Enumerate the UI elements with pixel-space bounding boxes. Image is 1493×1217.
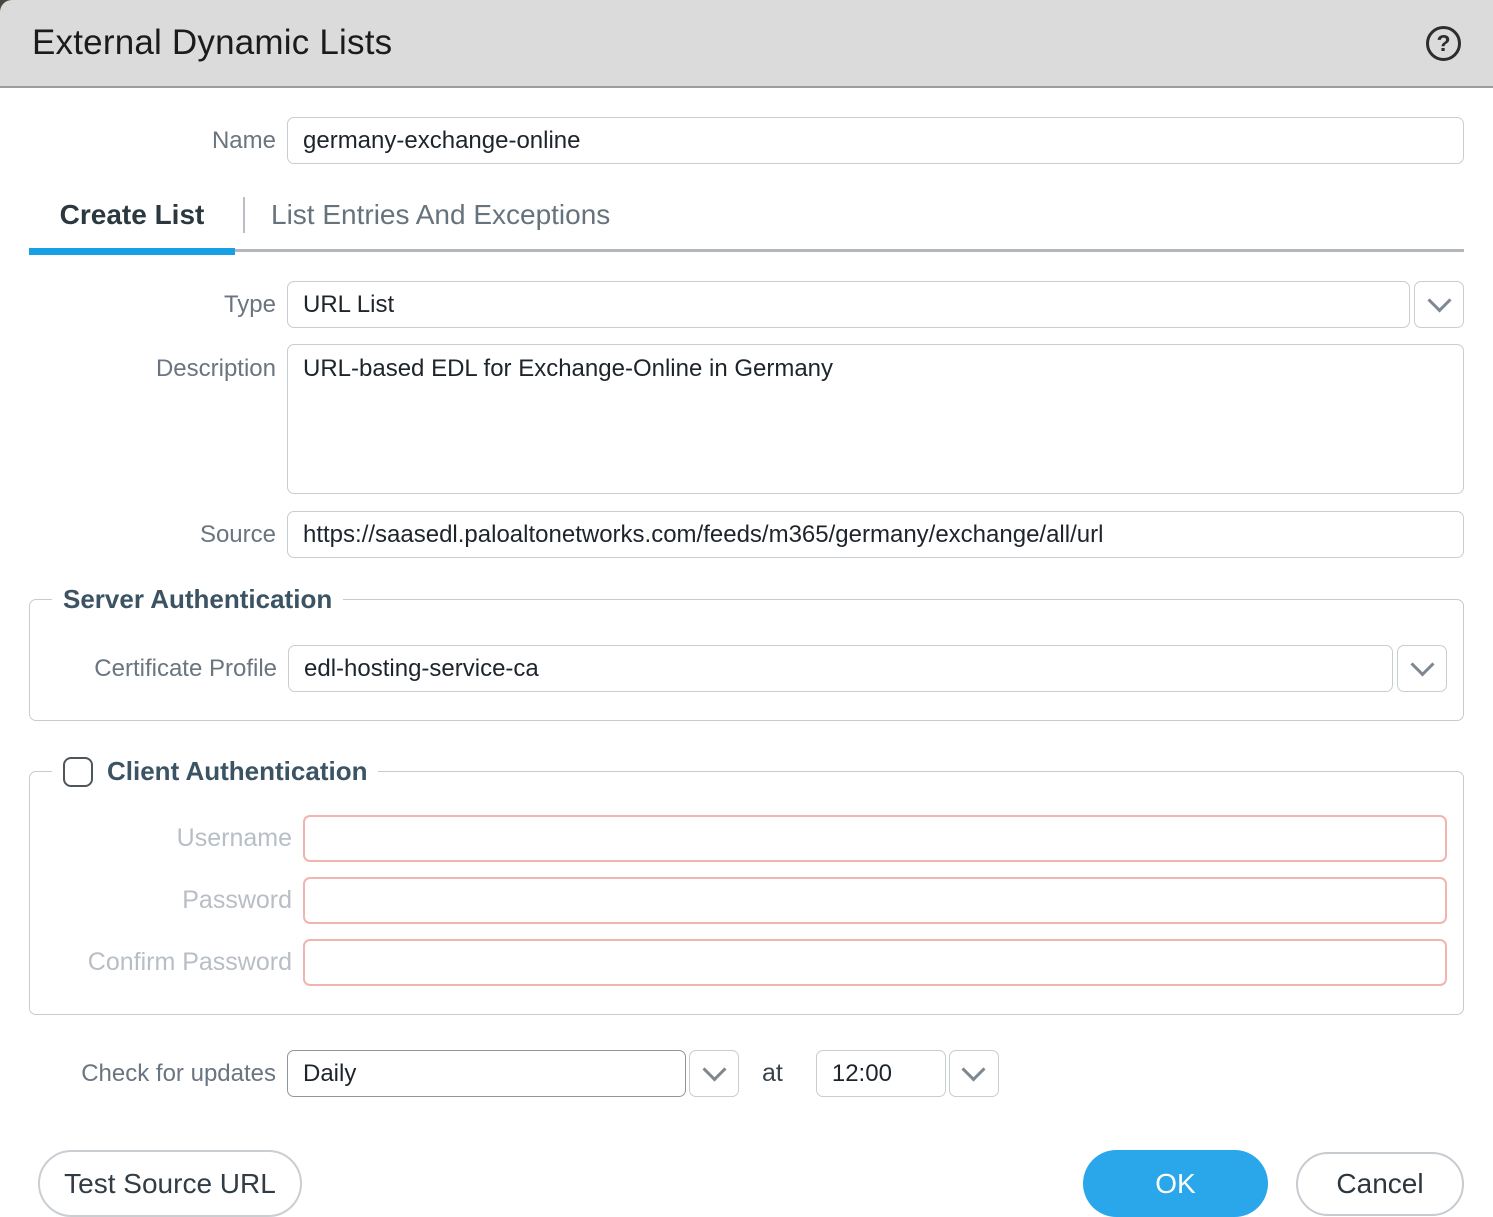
- client-authentication-legend-text: Client Authentication: [107, 756, 367, 787]
- description-row: Description URL-based EDL for Exchange-O…: [29, 344, 1464, 494]
- frequency-input[interactable]: [287, 1050, 686, 1097]
- source-input[interactable]: [287, 511, 1464, 558]
- chevron-down-icon: [1410, 652, 1434, 676]
- description-textarea[interactable]: URL-based EDL for Exchange-Online in Ger…: [287, 344, 1464, 494]
- dialog-footer: Test Source URL OK Cancel: [29, 1150, 1464, 1217]
- client-authentication-legend: Client Authentication: [52, 756, 378, 787]
- source-label: Source: [29, 521, 276, 549]
- password-label: Password: [30, 886, 292, 915]
- test-source-url-button[interactable]: Test Source URL: [38, 1150, 302, 1217]
- tab-create-list[interactable]: Create List: [29, 199, 235, 231]
- certificate-profile-row: Certificate Profile: [30, 645, 1447, 692]
- type-row: Type: [29, 281, 1464, 328]
- cancel-button[interactable]: Cancel: [1296, 1152, 1464, 1216]
- username-row: Username: [30, 815, 1447, 862]
- type-combobox: [287, 281, 1464, 328]
- tab-bar: Create List List Entries And Exceptions: [29, 197, 1464, 252]
- username-label: Username: [30, 824, 292, 853]
- confirm-password-label: Confirm Password: [30, 948, 292, 977]
- check-for-updates-row: Check for updates at: [29, 1050, 1464, 1097]
- source-row: Source: [29, 511, 1464, 558]
- name-input[interactable]: [287, 117, 1464, 164]
- password-row: Password: [30, 877, 1447, 924]
- type-label: Type: [29, 291, 276, 319]
- chevron-down-icon: [702, 1057, 726, 1081]
- chevron-down-icon: [1427, 288, 1451, 312]
- password-input: [303, 877, 1447, 924]
- frequency-dropdown-button[interactable]: [689, 1050, 739, 1097]
- type-input[interactable]: [287, 281, 1410, 328]
- certificate-profile-combobox: [288, 645, 1447, 692]
- tab-list-entries-and-exceptions[interactable]: List Entries And Exceptions: [271, 199, 610, 231]
- frequency-combobox: [287, 1050, 739, 1097]
- dialog-title: External Dynamic Lists: [32, 23, 392, 63]
- certificate-profile-dropdown-button[interactable]: [1397, 645, 1447, 692]
- at-label: at: [762, 1059, 783, 1088]
- dialog-body: Name Create List List Entries And Except…: [0, 117, 1493, 1217]
- confirm-password-input: [303, 939, 1447, 986]
- type-dropdown-button[interactable]: [1414, 281, 1464, 328]
- server-authentication-legend: Server Authentication: [52, 584, 343, 615]
- check-for-updates-label: Check for updates: [29, 1060, 276, 1088]
- ok-button[interactable]: OK: [1083, 1150, 1268, 1217]
- time-combobox: [816, 1050, 999, 1097]
- chevron-down-icon: [962, 1057, 986, 1081]
- time-input[interactable]: [816, 1050, 946, 1097]
- name-row: Name: [29, 117, 1464, 164]
- name-label: Name: [29, 127, 276, 155]
- active-tab-underline: [29, 248, 235, 255]
- description-label: Description: [29, 344, 276, 383]
- confirm-password-row: Confirm Password: [30, 939, 1447, 986]
- tab-divider: [243, 197, 245, 233]
- dialog-titlebar: External Dynamic Lists ?: [0, 0, 1493, 88]
- client-authentication-section: Client Authentication Username Password …: [29, 756, 1464, 1015]
- certificate-profile-input[interactable]: [288, 645, 1393, 692]
- server-authentication-section: Server Authentication Certificate Profil…: [29, 584, 1464, 721]
- username-input: [303, 815, 1447, 862]
- external-dynamic-lists-dialog: External Dynamic Lists ? Name Create Lis…: [0, 0, 1493, 1196]
- client-authentication-checkbox[interactable]: [63, 757, 93, 787]
- certificate-profile-label: Certificate Profile: [30, 655, 277, 683]
- time-dropdown-button[interactable]: [949, 1050, 999, 1097]
- help-icon[interactable]: ?: [1426, 26, 1461, 61]
